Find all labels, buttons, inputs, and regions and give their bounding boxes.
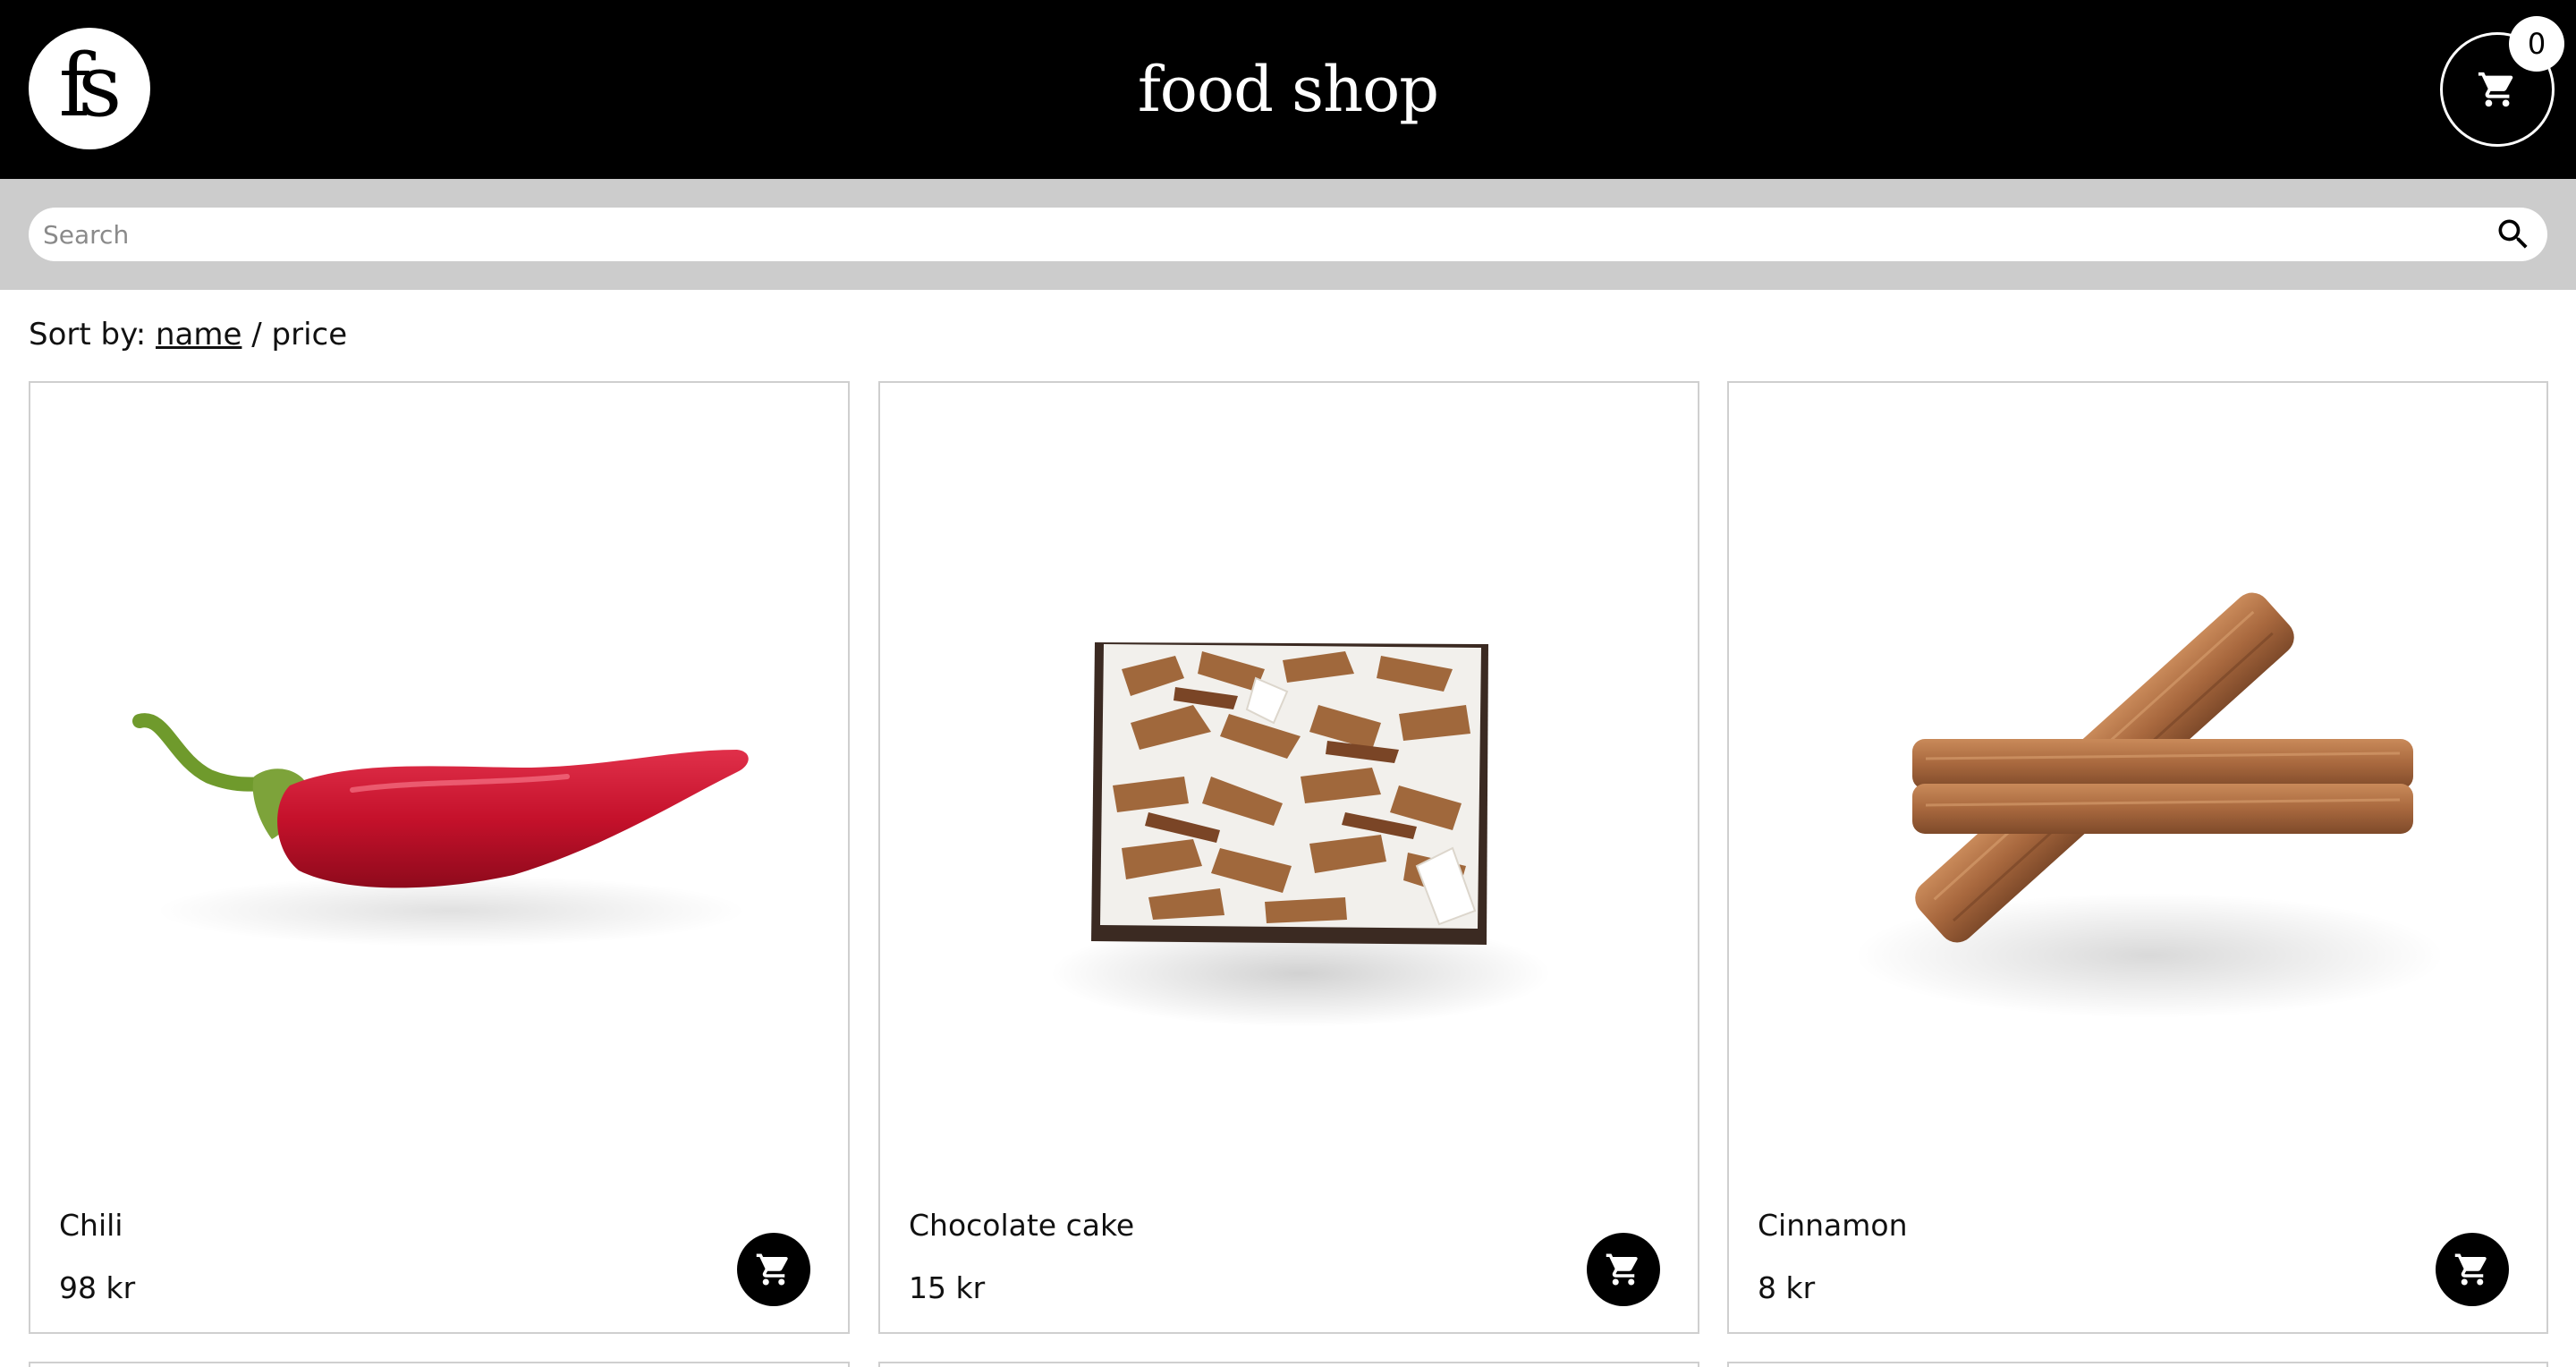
product-name: Chocolate cake bbox=[909, 1208, 1135, 1243]
search-icon[interactable] bbox=[2494, 215, 2533, 254]
cart-icon bbox=[2454, 1253, 2487, 1286]
product-card[interactable]: Chili 98 kr bbox=[29, 381, 850, 1334]
cart-icon bbox=[2478, 72, 2513, 107]
product-price: 8 kr bbox=[1758, 1270, 1816, 1305]
cart-icon bbox=[1606, 1253, 1638, 1286]
product-card-partial bbox=[878, 1362, 1699, 1367]
page-title: food shop bbox=[1137, 53, 1439, 126]
search-bar bbox=[0, 179, 2576, 290]
sort-label: Sort by: bbox=[29, 317, 147, 352]
cart-icon bbox=[756, 1253, 788, 1286]
add-to-cart-button[interactable] bbox=[2436, 1233, 2509, 1306]
chocolate-cake-image bbox=[1050, 642, 1551, 1027]
sort-separator: / bbox=[251, 317, 262, 352]
sort-by-name-link[interactable]: name bbox=[156, 317, 242, 352]
search-box bbox=[29, 208, 2547, 261]
product-card-partial bbox=[1727, 1362, 2548, 1367]
site-header: fs food shop 0 bbox=[0, 0, 2576, 179]
product-card[interactable]: Cinnamon 8 kr bbox=[1727, 381, 2548, 1334]
product-name: Chili bbox=[59, 1208, 123, 1243]
cinnamon-sticks-image bbox=[1854, 592, 2445, 1018]
product-price: 98 kr bbox=[59, 1270, 136, 1305]
add-to-cart-button[interactable] bbox=[1587, 1233, 1660, 1306]
sort-controls: Sort by: name / price bbox=[29, 315, 347, 354]
add-to-cart-button[interactable] bbox=[737, 1233, 810, 1306]
product-card[interactable]: Chocolate cake 15 kr bbox=[878, 381, 1699, 1334]
sort-by-price-link[interactable]: price bbox=[272, 317, 348, 352]
chili-pepper-image bbox=[132, 713, 749, 947]
product-card-partial bbox=[29, 1362, 850, 1367]
cart-count-badge: 0 bbox=[2509, 16, 2564, 72]
product-name: Cinnamon bbox=[1758, 1208, 1908, 1243]
product-price: 15 kr bbox=[909, 1270, 986, 1305]
search-input[interactable] bbox=[29, 208, 2479, 261]
